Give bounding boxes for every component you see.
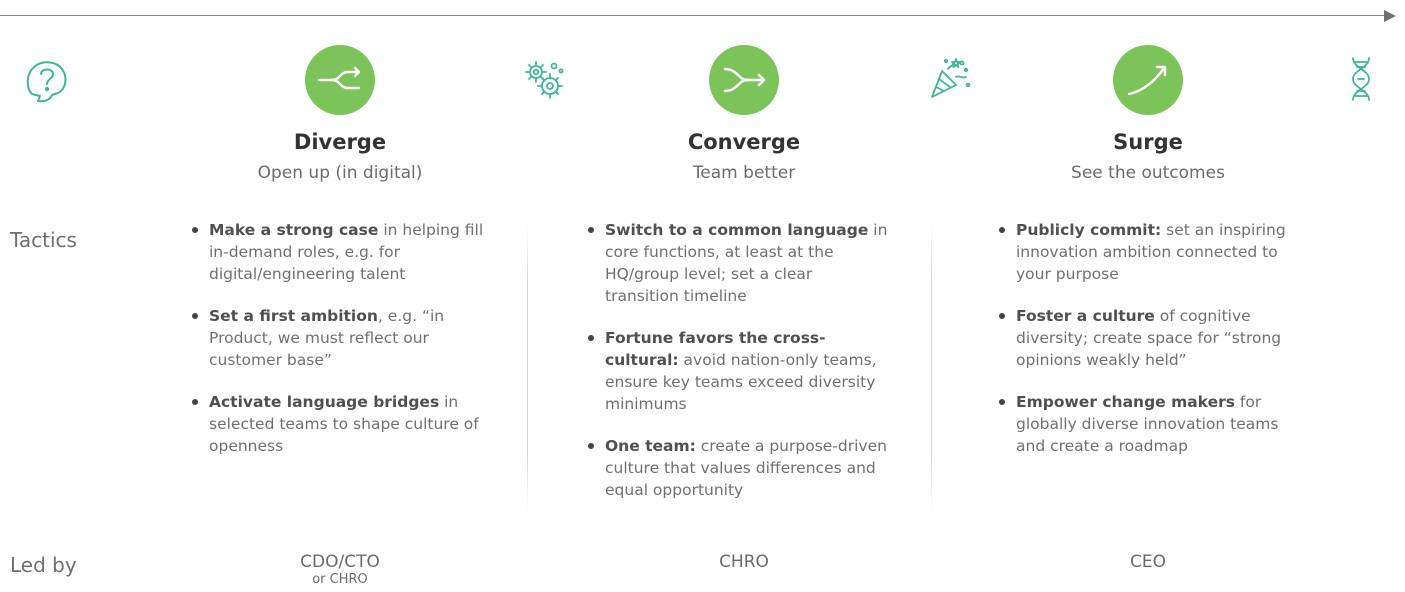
timeline-line (0, 15, 1385, 16)
diverge-arrow-icon (305, 45, 375, 115)
party-popper-icon (926, 55, 972, 101)
list-item: Set a first ambition, e.g. “in Product, … (189, 305, 499, 371)
list-item: One team: create a purpose-driven cultur… (585, 435, 890, 501)
list-item: Switch to a common language in core func… (585, 219, 890, 307)
led-by-converge: CHRO (644, 552, 844, 572)
stage-converge-header: Converge Team better (584, 128, 904, 186)
led-by-diverge: CDO/CTO or CHRO (240, 552, 440, 588)
led-by-secondary: or CHRO (312, 572, 368, 587)
list-item: Make a strong case in helping fill in-de… (189, 219, 499, 285)
stage-subtitle: Open up (in digital) (257, 163, 423, 183)
question-head-icon (22, 56, 72, 106)
dna-icon (1349, 56, 1373, 102)
list-item: Foster a culture of cognitive diversity;… (996, 305, 1306, 371)
gears-icon (521, 57, 567, 103)
row-label-led-by: Led by (10, 553, 77, 577)
list-item: Fortune favors the cross-cultural: avoid… (585, 327, 890, 415)
stage-diverge-header: Diverge Open up (in digital) (180, 128, 500, 186)
stage-title: Converge (687, 130, 801, 154)
timeline-arrowhead-icon (1384, 10, 1396, 22)
led-by-primary: CHRO (719, 552, 769, 572)
list-item: Empower change makers for globally diver… (996, 391, 1306, 457)
stage-title: Diverge (293, 130, 387, 154)
list-item: Publicly commit: set an inspiring innova… (996, 219, 1306, 285)
column-divider (931, 222, 932, 512)
row-label-tactics: Tactics (10, 228, 77, 252)
led-by-surge: CEO (1048, 552, 1248, 572)
list-item: Activate language bridges in selected te… (189, 391, 499, 457)
column-divider (527, 222, 528, 512)
stage-subtitle: See the outcomes (1071, 163, 1225, 183)
led-by-primary: CDO/CTO (300, 552, 380, 572)
tactics-diverge: Make a strong case in helping fill in-de… (189, 219, 499, 477)
led-by-primary: CEO (1130, 552, 1166, 572)
tactics-converge: Switch to a common language in core func… (585, 219, 890, 521)
stage-surge-header: Surge See the outcomes (988, 128, 1308, 186)
tactics-surge: Publicly commit: set an inspiring innova… (996, 219, 1306, 477)
stage-subtitle: Team better (692, 163, 796, 183)
converge-arrow-icon (709, 45, 779, 115)
surge-arrow-icon (1113, 45, 1183, 115)
stage-title: Surge (1113, 130, 1183, 154)
